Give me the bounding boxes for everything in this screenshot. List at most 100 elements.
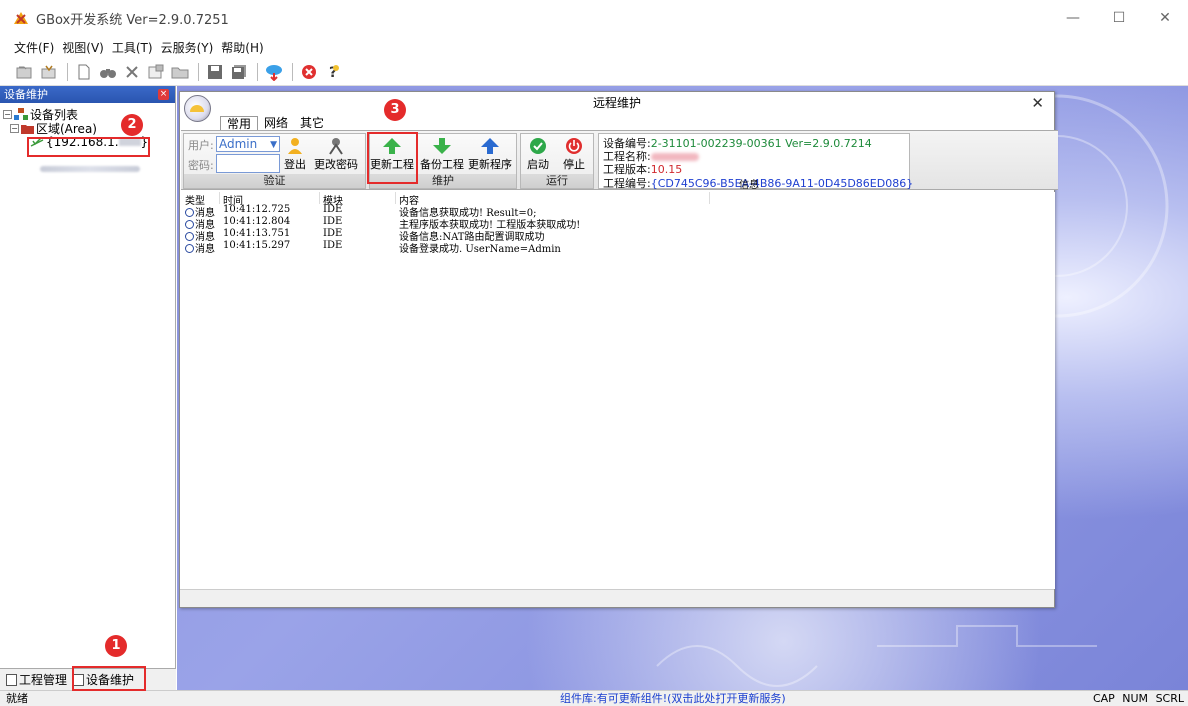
row-time: 10:41:13.751 bbox=[223, 228, 291, 239]
user-value: Admin bbox=[219, 137, 258, 151]
ribbon-tabs: 常用 网络 其它 bbox=[220, 116, 330, 131]
panel-close-icon[interactable]: × bbox=[158, 89, 169, 100]
project-number-label: 工程编号: bbox=[603, 177, 651, 190]
user-label: 用户: bbox=[188, 139, 214, 152]
key-person-icon bbox=[325, 136, 347, 156]
close-button[interactable]: ✕ bbox=[1142, 0, 1188, 36]
window-controls: — ☐ ✕ bbox=[1050, 0, 1188, 36]
table-row[interactable]: 消息 10:41:13.751 IDE 设备信息:NAT路由配置调取成功 bbox=[181, 228, 1055, 243]
project-number-value: {CD745C96-B5EA-4B86-9A11-0D45D86ED086} bbox=[650, 177, 914, 190]
title-bar: GBox开发系统 Ver=2.9.0.7251 — ☐ ✕ bbox=[0, 0, 1188, 36]
row-time: 10:41:12.725 bbox=[223, 204, 291, 215]
change-password-button[interactable]: 更改密码 bbox=[314, 136, 358, 172]
tree-area[interactable]: − 区域(Area) bbox=[0, 121, 175, 136]
toolbar-separator bbox=[198, 62, 199, 81]
logout-label: 登出 bbox=[284, 158, 306, 171]
device-maintenance-panel: 设备维护 × − 设备列表 − 区域(Area) {192.168.1. } bbox=[0, 86, 176, 690]
chevron-down-icon: ▼ bbox=[270, 140, 277, 150]
arrow-up-blue-icon bbox=[479, 136, 501, 156]
collapse-icon[interactable]: − bbox=[3, 109, 12, 119]
table-row[interactable]: 消息 10:41:12.725 IDE 设备信息获取成功! Result=0; bbox=[181, 204, 1055, 219]
update-program-label: 更新程序 bbox=[468, 158, 512, 171]
menu-view[interactable]: 视图(V) bbox=[62, 39, 104, 56]
start-button[interactable]: 启动 bbox=[527, 136, 549, 172]
callout-box-2 bbox=[27, 137, 150, 157]
minimize-button[interactable]: — bbox=[1050, 0, 1096, 36]
status-ready: 就绪 bbox=[6, 692, 28, 705]
menu-cloud[interactable]: 云服务(Y) bbox=[161, 39, 214, 56]
import-icon[interactable] bbox=[38, 61, 60, 83]
help-icon[interactable]: ? bbox=[322, 61, 344, 83]
collapse-icon[interactable]: − bbox=[10, 123, 19, 133]
window-title: GBox开发系统 Ver=2.9.0.7251 bbox=[36, 12, 229, 28]
menu-file[interactable]: 文件(F) bbox=[14, 39, 54, 56]
folder-icon[interactable] bbox=[169, 61, 191, 83]
check-circle-icon bbox=[527, 136, 549, 156]
dialog-close-icon[interactable]: ✕ bbox=[1031, 92, 1044, 114]
group-label: 验证 bbox=[184, 174, 365, 188]
save-all-icon[interactable] bbox=[228, 61, 250, 83]
backup-project-button[interactable]: 备份工程 bbox=[420, 136, 464, 172]
change-password-label: 更改密码 bbox=[314, 158, 358, 171]
maximize-button[interactable]: ☐ bbox=[1096, 0, 1142, 36]
stop-button[interactable]: 停止 bbox=[563, 136, 585, 172]
menu-help[interactable]: 帮助(H) bbox=[221, 39, 263, 56]
info-group: 设备编号:2-31101-002239-00361 Ver=2.9.0.7214… bbox=[598, 133, 913, 191]
row-time: 10:41:12.804 bbox=[223, 216, 291, 227]
tab-other[interactable]: 其它 bbox=[294, 116, 330, 131]
row-module: IDE bbox=[323, 216, 343, 227]
dialog-status-strip bbox=[180, 589, 1054, 607]
tab-common[interactable]: 常用 bbox=[220, 116, 259, 131]
dialog-title: 远程维护 bbox=[592, 96, 641, 110]
caps-lock-indicator: CAP bbox=[1092, 692, 1115, 705]
auth-group: 用户: Admin ▼ 密码: 登出 更改密码 验证 bbox=[183, 133, 366, 189]
log-table: 类型 时间 模块 内容 消息 10:41:12.725 IDE 设备信息获取成功… bbox=[181, 192, 1055, 589]
password-label: 密码: bbox=[188, 159, 214, 172]
blurred-row bbox=[40, 166, 140, 172]
delete-icon[interactable] bbox=[121, 61, 143, 83]
logout-button[interactable]: 登出 bbox=[284, 136, 306, 172]
row-time: 10:41:15.297 bbox=[223, 240, 291, 251]
group-label: 运行 bbox=[521, 174, 593, 188]
key-indicators: CAP NUM SCRL bbox=[1089, 692, 1184, 705]
password-field[interactable] bbox=[216, 154, 280, 173]
main-toolbar: ? bbox=[0, 58, 1188, 86]
num-lock-indicator: NUM bbox=[1122, 692, 1149, 705]
menu-tools[interactable]: 工具(T) bbox=[112, 39, 153, 56]
callout-2: 2 bbox=[121, 114, 143, 136]
app-logo-icon bbox=[12, 9, 30, 27]
callout-1: 1 bbox=[105, 635, 127, 657]
open-project-icon[interactable] bbox=[14, 61, 36, 83]
callout-3: 3 bbox=[384, 99, 406, 121]
stop-label: 停止 bbox=[563, 158, 585, 171]
remote-maintenance-dialog: 远程维护 ✕ 常用 网络 其它 用户: Admin ▼ 密码: 登出 更改密码 … bbox=[179, 91, 1058, 608]
table-row[interactable]: 消息 10:41:12.804 IDE 主程序版本获取成功! 工程版本获取成功! bbox=[181, 216, 1055, 231]
app-window: GBox开发系统 Ver=2.9.0.7251 — ☐ ✕ 文件(F) 视图(V… bbox=[0, 0, 1188, 705]
row-module: IDE bbox=[323, 228, 343, 239]
component-update-link[interactable]: 组件库:有可更新组件!(双击此处打开更新服务) bbox=[560, 690, 786, 706]
cloud-service-icon[interactable] bbox=[263, 61, 285, 83]
status-bar: 就绪 组件库:有可更新组件!(双击此处打开更新服务) CAP NUM SCRL bbox=[0, 690, 1188, 705]
start-label: 启动 bbox=[527, 158, 549, 171]
tab-network[interactable]: 网络 bbox=[258, 116, 294, 131]
blurred-project-name bbox=[650, 153, 699, 161]
save-icon[interactable] bbox=[204, 61, 226, 83]
tree-area-label: 区域(Area) bbox=[36, 121, 97, 136]
properties-icon[interactable] bbox=[145, 61, 167, 83]
row-type: 消息 bbox=[195, 244, 215, 255]
arrow-down-green-icon bbox=[431, 136, 453, 156]
user-combo[interactable]: Admin ▼ bbox=[216, 136, 280, 152]
log-header: 类型 时间 模块 内容 bbox=[181, 192, 1055, 207]
stop-icon[interactable] bbox=[298, 61, 320, 83]
folder-icon bbox=[21, 124, 34, 134]
tab-project-management[interactable]: 工程管理 bbox=[6, 671, 67, 688]
table-row[interactable]: 消息 10:41:15.297 IDE 设备登录成功. UserName=Adm… bbox=[181, 240, 1055, 255]
binoculars-icon[interactable] bbox=[97, 61, 119, 83]
update-program-button[interactable]: 更新程序 bbox=[468, 136, 512, 172]
toolbar-separator bbox=[67, 62, 68, 81]
menu-bar: 文件(F) 视图(V) 工具(T) 云服务(Y) 帮助(H) bbox=[0, 36, 1188, 58]
info-group-label: 信息 bbox=[739, 180, 759, 191]
info-icon bbox=[185, 244, 194, 253]
new-file-icon[interactable] bbox=[73, 61, 95, 83]
toolbar-separator bbox=[257, 62, 258, 81]
